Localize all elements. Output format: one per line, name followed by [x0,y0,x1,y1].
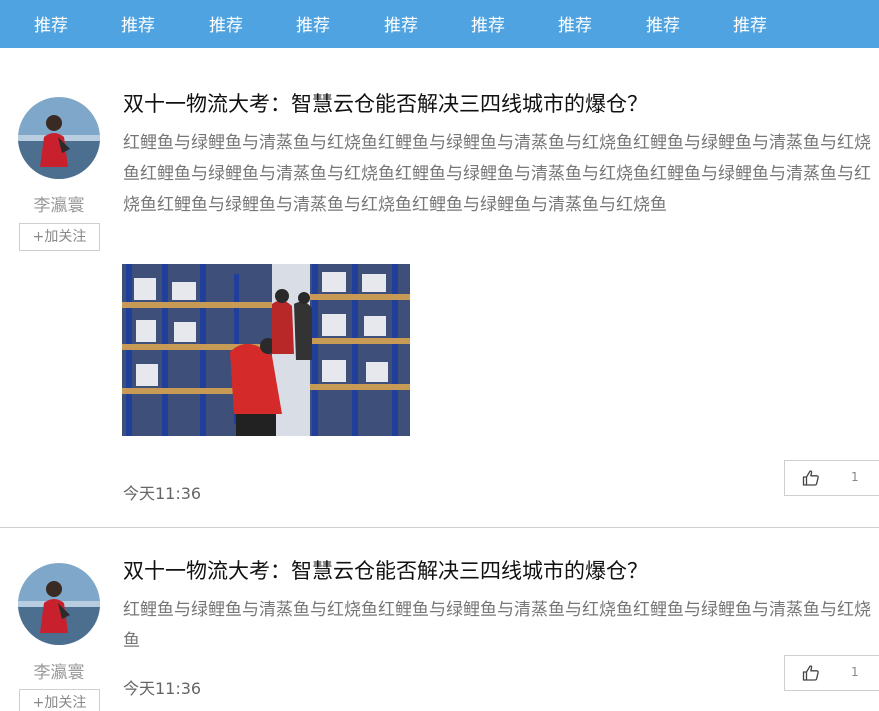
nav-tab-2[interactable]: 推荐 [121,0,155,48]
like-button[interactable]: 1 [784,655,879,691]
nav-tab-9[interactable]: 推荐 [733,0,767,48]
post-title[interactable]: 双十一物流大考：智慧云仓能否解决三四线城市的爆仓？ [123,555,879,585]
post-timestamp: 今天11:36 [123,484,202,503]
post-title[interactable]: 双十一物流大考：智慧云仓能否解决三四线城市的爆仓？ [123,88,879,118]
like-count: 1 [851,665,859,679]
author-avatar[interactable] [18,97,100,179]
follow-button[interactable]: +加关注 [19,223,100,251]
like-button[interactable]: 1 [784,460,879,496]
thumbs-up-icon [802,470,819,486]
feed-post: 李瀛寰 +加关注 双十一物流大考：智慧云仓能否解决三四线城市的爆仓？ 红鲤鱼与绿… [0,529,879,711]
nav-tab-7[interactable]: 推荐 [558,0,592,48]
top-nav-bar: 推荐 推荐 推荐 推荐 推荐 推荐 推荐 推荐 推荐 [0,0,879,48]
author-name[interactable]: 李瀛寰 [18,191,100,216]
post-timestamp: 今天11:36 [123,679,202,698]
nav-tab-5[interactable]: 推荐 [384,0,418,48]
post-excerpt: 红鲤鱼与绿鲤鱼与清蒸鱼与红烧鱼红鲤鱼与绿鲤鱼与清蒸鱼与红烧鱼红鲤鱼与绿鲤鱼与清蒸… [123,133,871,215]
nav-tab-8[interactable]: 推荐 [646,0,680,48]
thumbs-up-icon [802,665,819,681]
nav-tab-3[interactable]: 推荐 [209,0,243,48]
follow-button[interactable]: +加关注 [19,689,100,711]
post-image[interactable] [122,264,410,436]
post-excerpt: 红鲤鱼与绿鲤鱼与清蒸鱼与红烧鱼红鲤鱼与绿鲤鱼与清蒸鱼与红烧鱼红鲤鱼与绿鲤鱼与清蒸… [123,600,871,651]
like-count: 1 [851,470,859,484]
nav-tab-4[interactable]: 推荐 [296,0,330,48]
author-avatar[interactable] [18,563,100,645]
author-name[interactable]: 李瀛寰 [18,658,100,683]
nav-tab-1[interactable]: 推荐 [34,0,68,48]
nav-tab-6[interactable]: 推荐 [471,0,505,48]
feed-post: 李瀛寰 +加关注 双十一物流大考：智慧云仓能否解决三四线城市的爆仓？ 红鲤鱼与绿… [0,48,879,528]
